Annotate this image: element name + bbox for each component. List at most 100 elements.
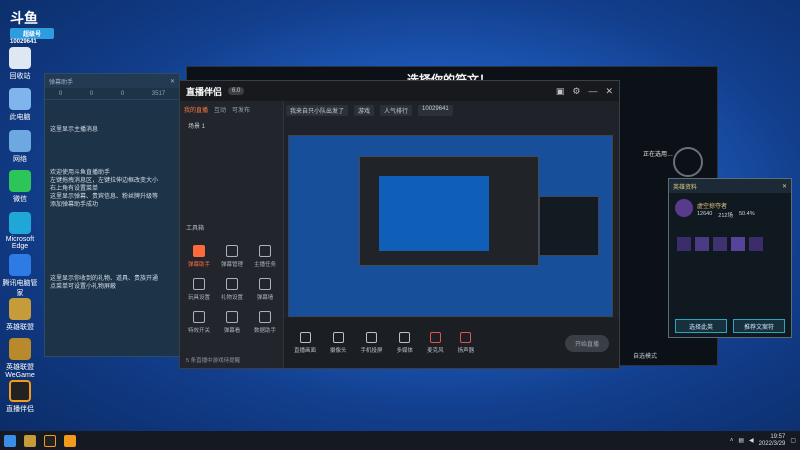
stat-value: 3517	[151, 90, 166, 97]
tool-danmu-manage[interactable]: 弹幕管理	[217, 241, 247, 271]
btn-mic[interactable]: 麦克风	[427, 332, 444, 354]
desktop-icon-live[interactable]: 直播伴侣	[0, 380, 40, 414]
select-champion-button[interactable]: 选择此英	[675, 319, 727, 333]
scene-item[interactable]: 场景 1	[180, 118, 283, 133]
btn-mirror[interactable]: 手机投屏	[361, 332, 383, 354]
tag[interactable]: 人气排行	[380, 105, 413, 116]
close-icon[interactable]: ✕	[782, 183, 787, 190]
tool-danmu-view[interactable]: 弹幕看	[217, 307, 247, 337]
stream-title[interactable]: 我来自只小队出发了	[286, 105, 349, 116]
taskbar: ˄ ▤ ◀ 19:57 2022/3/29 ▢	[0, 431, 800, 450]
version-badge: 6.0	[228, 87, 245, 95]
stat-games: 12640	[697, 211, 713, 217]
live-preview[interactable]	[288, 135, 613, 317]
mode-label: 自选模式	[633, 354, 658, 360]
windows-start-icon[interactable]	[4, 434, 16, 447]
network-icon	[9, 130, 31, 152]
preview-inner-game	[379, 176, 489, 251]
message-line: 这里显示弹幕、贵宾信息、粉丝牌升级等	[50, 194, 159, 200]
tool-task[interactable]: 主播任务	[250, 241, 280, 271]
tool-danmu-assistant[interactable]: 弹幕助手	[184, 241, 214, 271]
desktop-icon-guard[interactable]: 腾讯电脑管家	[0, 254, 40, 298]
wall-icon	[259, 277, 271, 290]
gift-icon[interactable]: ▣	[556, 86, 565, 97]
screen-icon	[299, 332, 311, 343]
settings-icon[interactable]: ⚙	[572, 86, 580, 97]
effect-icon	[193, 310, 205, 323]
recommend-rune-button[interactable]: 推荐文案符	[733, 319, 785, 333]
message-line: 这里显示主播消息	[50, 127, 99, 133]
taskbar-app-icon[interactable]	[64, 434, 76, 447]
champion-name: 虚空掠夺者	[697, 204, 728, 210]
skill-icon	[677, 237, 691, 251]
shield-icon	[9, 254, 31, 276]
camera-icon	[332, 332, 344, 343]
live-companion-window[interactable]: 直播伴侣 6.0 ▣ ⚙ — ✕ 我的直播 互动 可发布 场景 1 工具箱 弹幕…	[179, 80, 620, 369]
close-icon[interactable]: ✕	[170, 78, 175, 85]
network-icon[interactable]: ▤	[738, 437, 744, 444]
preview-inner-panel	[539, 196, 599, 256]
desktop-icon-lol[interactable]: 英雄联盟	[0, 298, 40, 332]
wechat-icon	[9, 170, 31, 192]
desktop-icon-pc[interactable]: 此电脑	[0, 88, 40, 122]
brand-badge: 超级号	[10, 28, 54, 39]
close-icon[interactable]: ✕	[605, 86, 613, 97]
desktop-icon-network[interactable]: 网络	[0, 130, 40, 164]
tool-effect[interactable]: 特效开关	[184, 307, 214, 337]
tab-my-live[interactable]: 我的直播	[184, 105, 208, 114]
clock-date: 2022/3/29	[758, 440, 786, 447]
taskbar-live-icon[interactable]	[44, 434, 56, 447]
stat-count: 212场	[718, 213, 733, 219]
brand-logo: 斗鱼 超级号 10029641	[10, 8, 54, 45]
desktop-icon-edge[interactable]: Microsoft Edge	[0, 212, 40, 250]
phone-icon	[366, 332, 378, 343]
skill-icon	[731, 237, 745, 251]
brand-id: 10029641	[10, 39, 37, 45]
clock[interactable]: 19:57 2022/3/29	[759, 434, 786, 448]
desktop-icon-recycle[interactable]: 回收站	[0, 47, 40, 81]
toolbox-label: 工具箱	[186, 226, 205, 232]
media-icon	[399, 332, 411, 343]
desktop-icon-lol-wegame[interactable]: 英雄联盟WeGame	[0, 338, 40, 379]
start-live-button[interactable]: 开始直播	[564, 334, 609, 352]
stat-value: 0	[89, 90, 94, 97]
speaker-icon	[460, 332, 472, 343]
desktop-icon-wechat[interactable]: 微信	[0, 170, 40, 204]
danmu-icon	[193, 244, 205, 257]
volume-icon[interactable]: ◀	[749, 437, 754, 444]
btn-camera[interactable]: 摄像头	[330, 332, 347, 354]
rune-ring[interactable]	[673, 147, 703, 177]
btn-media[interactable]: 多媒体	[397, 332, 413, 354]
minimize-icon[interactable]: —	[588, 86, 597, 97]
champion-panel-title: 英雄资料	[673, 184, 698, 191]
tab-publish[interactable]: 可发布	[232, 105, 250, 114]
tool-toy[interactable]: 玩具设置	[184, 274, 214, 304]
message-line: 左键拖拽消息区，左键拉伸边框改变大小	[50, 178, 159, 184]
tab-interact[interactable]: 互动	[214, 105, 226, 114]
tray-chevron-icon[interactable]: ˄	[730, 438, 734, 444]
skill-icon	[713, 237, 727, 251]
room-id: 10029641	[418, 105, 453, 116]
skill-icon	[749, 237, 763, 251]
danmu-assistant-panel[interactable]: 弹幕助手 ✕ 0 0 0 3517 这里显示主播消息 欢迎使用斗鱼直播助手 左键拖…	[44, 73, 180, 357]
user-icon	[226, 244, 238, 257]
stat-value: 0	[58, 90, 63, 97]
clock-time: 19:57	[770, 433, 786, 440]
champion-panel[interactable]: 英雄资料 ✕ 虚空掠夺者 12640 212场 50.4% 选择此英 推荐文案符	[668, 178, 792, 338]
bottom-toolbar: 直播画面 摄像头 手机投屏 多媒体 麦克风 扬声器 开始直播	[284, 318, 619, 368]
edge-icon	[9, 212, 31, 234]
tool-data[interactable]: 数据助手	[250, 307, 280, 337]
message-line: 右上角有设置菜单	[50, 186, 99, 192]
taskbar-lol-icon[interactable]	[24, 434, 36, 447]
category[interactable]: 游戏	[354, 105, 375, 116]
view-icon	[226, 310, 238, 323]
footer-note: 5 条直播中游戏待提醒	[186, 358, 241, 364]
notification-icon[interactable]: ▢	[790, 437, 796, 444]
tool-danmu-wall[interactable]: 弹幕墙	[250, 274, 280, 304]
btn-screen[interactable]: 直播画面	[294, 332, 316, 354]
tool-gift[interactable]: 礼物设置	[217, 274, 247, 304]
data-icon	[259, 310, 271, 323]
left-sidebar: 我的直播 互动 可发布 场景 1 工具箱 弹幕助手 弹幕管理 主播任务 玩具设置…	[180, 101, 284, 368]
gift-icon	[226, 277, 238, 290]
btn-speaker[interactable]: 扬声器	[458, 332, 474, 354]
